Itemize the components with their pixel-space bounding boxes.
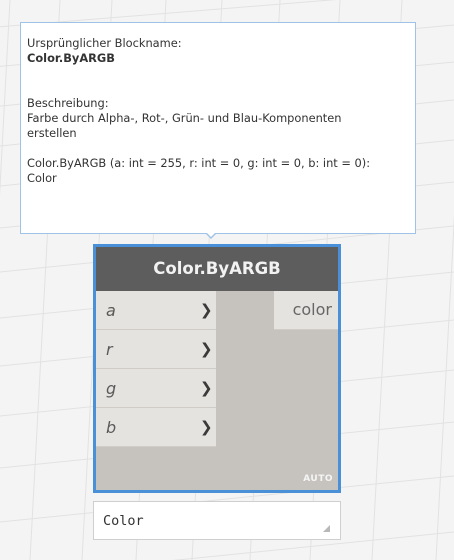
tooltip-description-line-1: Farbe durch Alpha-, Rot-, Grün- und Blau…: [27, 111, 342, 125]
tooltip-spacer: [27, 141, 407, 156]
input-ports: a ❯ r ❯ g ❯ b ❯: [96, 291, 216, 447]
tooltip-description-line-2: erstellen: [27, 126, 77, 140]
input-port-label: a: [106, 301, 116, 320]
chevron-right-icon: ❯: [200, 379, 213, 397]
lacing-badge[interactable]: AUTO: [303, 474, 333, 484]
tooltip-signature-line-2: Color: [27, 171, 57, 185]
node-title[interactable]: Color.ByARGB: [96, 247, 338, 291]
tooltip-original-name-value: Color.ByARGB: [27, 51, 115, 65]
preview-value: Color: [103, 513, 144, 529]
node-tooltip: Ursprünglicher Blockname: Color.ByARGB B…: [20, 22, 416, 234]
chevron-right-icon: ❯: [200, 340, 213, 358]
chevron-right-icon: ❯: [200, 301, 213, 319]
input-port-label: b: [106, 418, 117, 437]
tooltip-signature-line-1: Color.ByARGB (a: int = 255, r: int = 0, …: [27, 156, 371, 170]
tooltip-pointer-fill: [206, 232, 216, 237]
input-port-label: g: [106, 379, 117, 398]
input-port-label: r: [106, 340, 113, 359]
input-port-r[interactable]: r ❯: [96, 330, 216, 369]
output-port-color[interactable]: color: [274, 291, 338, 330]
resize-grip-icon[interactable]: [323, 525, 330, 532]
color-byargb-node[interactable]: Color.ByARGB a ❯ r ❯ g ❯ b ❯ color AUTO: [93, 244, 341, 493]
node-preview-bubble[interactable]: Color: [93, 501, 341, 540]
input-port-b[interactable]: b ❯: [96, 408, 216, 447]
input-port-g[interactable]: g ❯: [96, 369, 216, 408]
tooltip-description-label: Beschreibung:: [27, 96, 109, 110]
chevron-right-icon: ❯: [200, 418, 213, 436]
input-port-a[interactable]: a ❯: [96, 291, 216, 330]
tooltip-spacer: [27, 66, 407, 96]
tooltip-original-name-label: Ursprünglicher Blockname:: [27, 36, 182, 50]
output-port-label: color: [292, 300, 332, 319]
